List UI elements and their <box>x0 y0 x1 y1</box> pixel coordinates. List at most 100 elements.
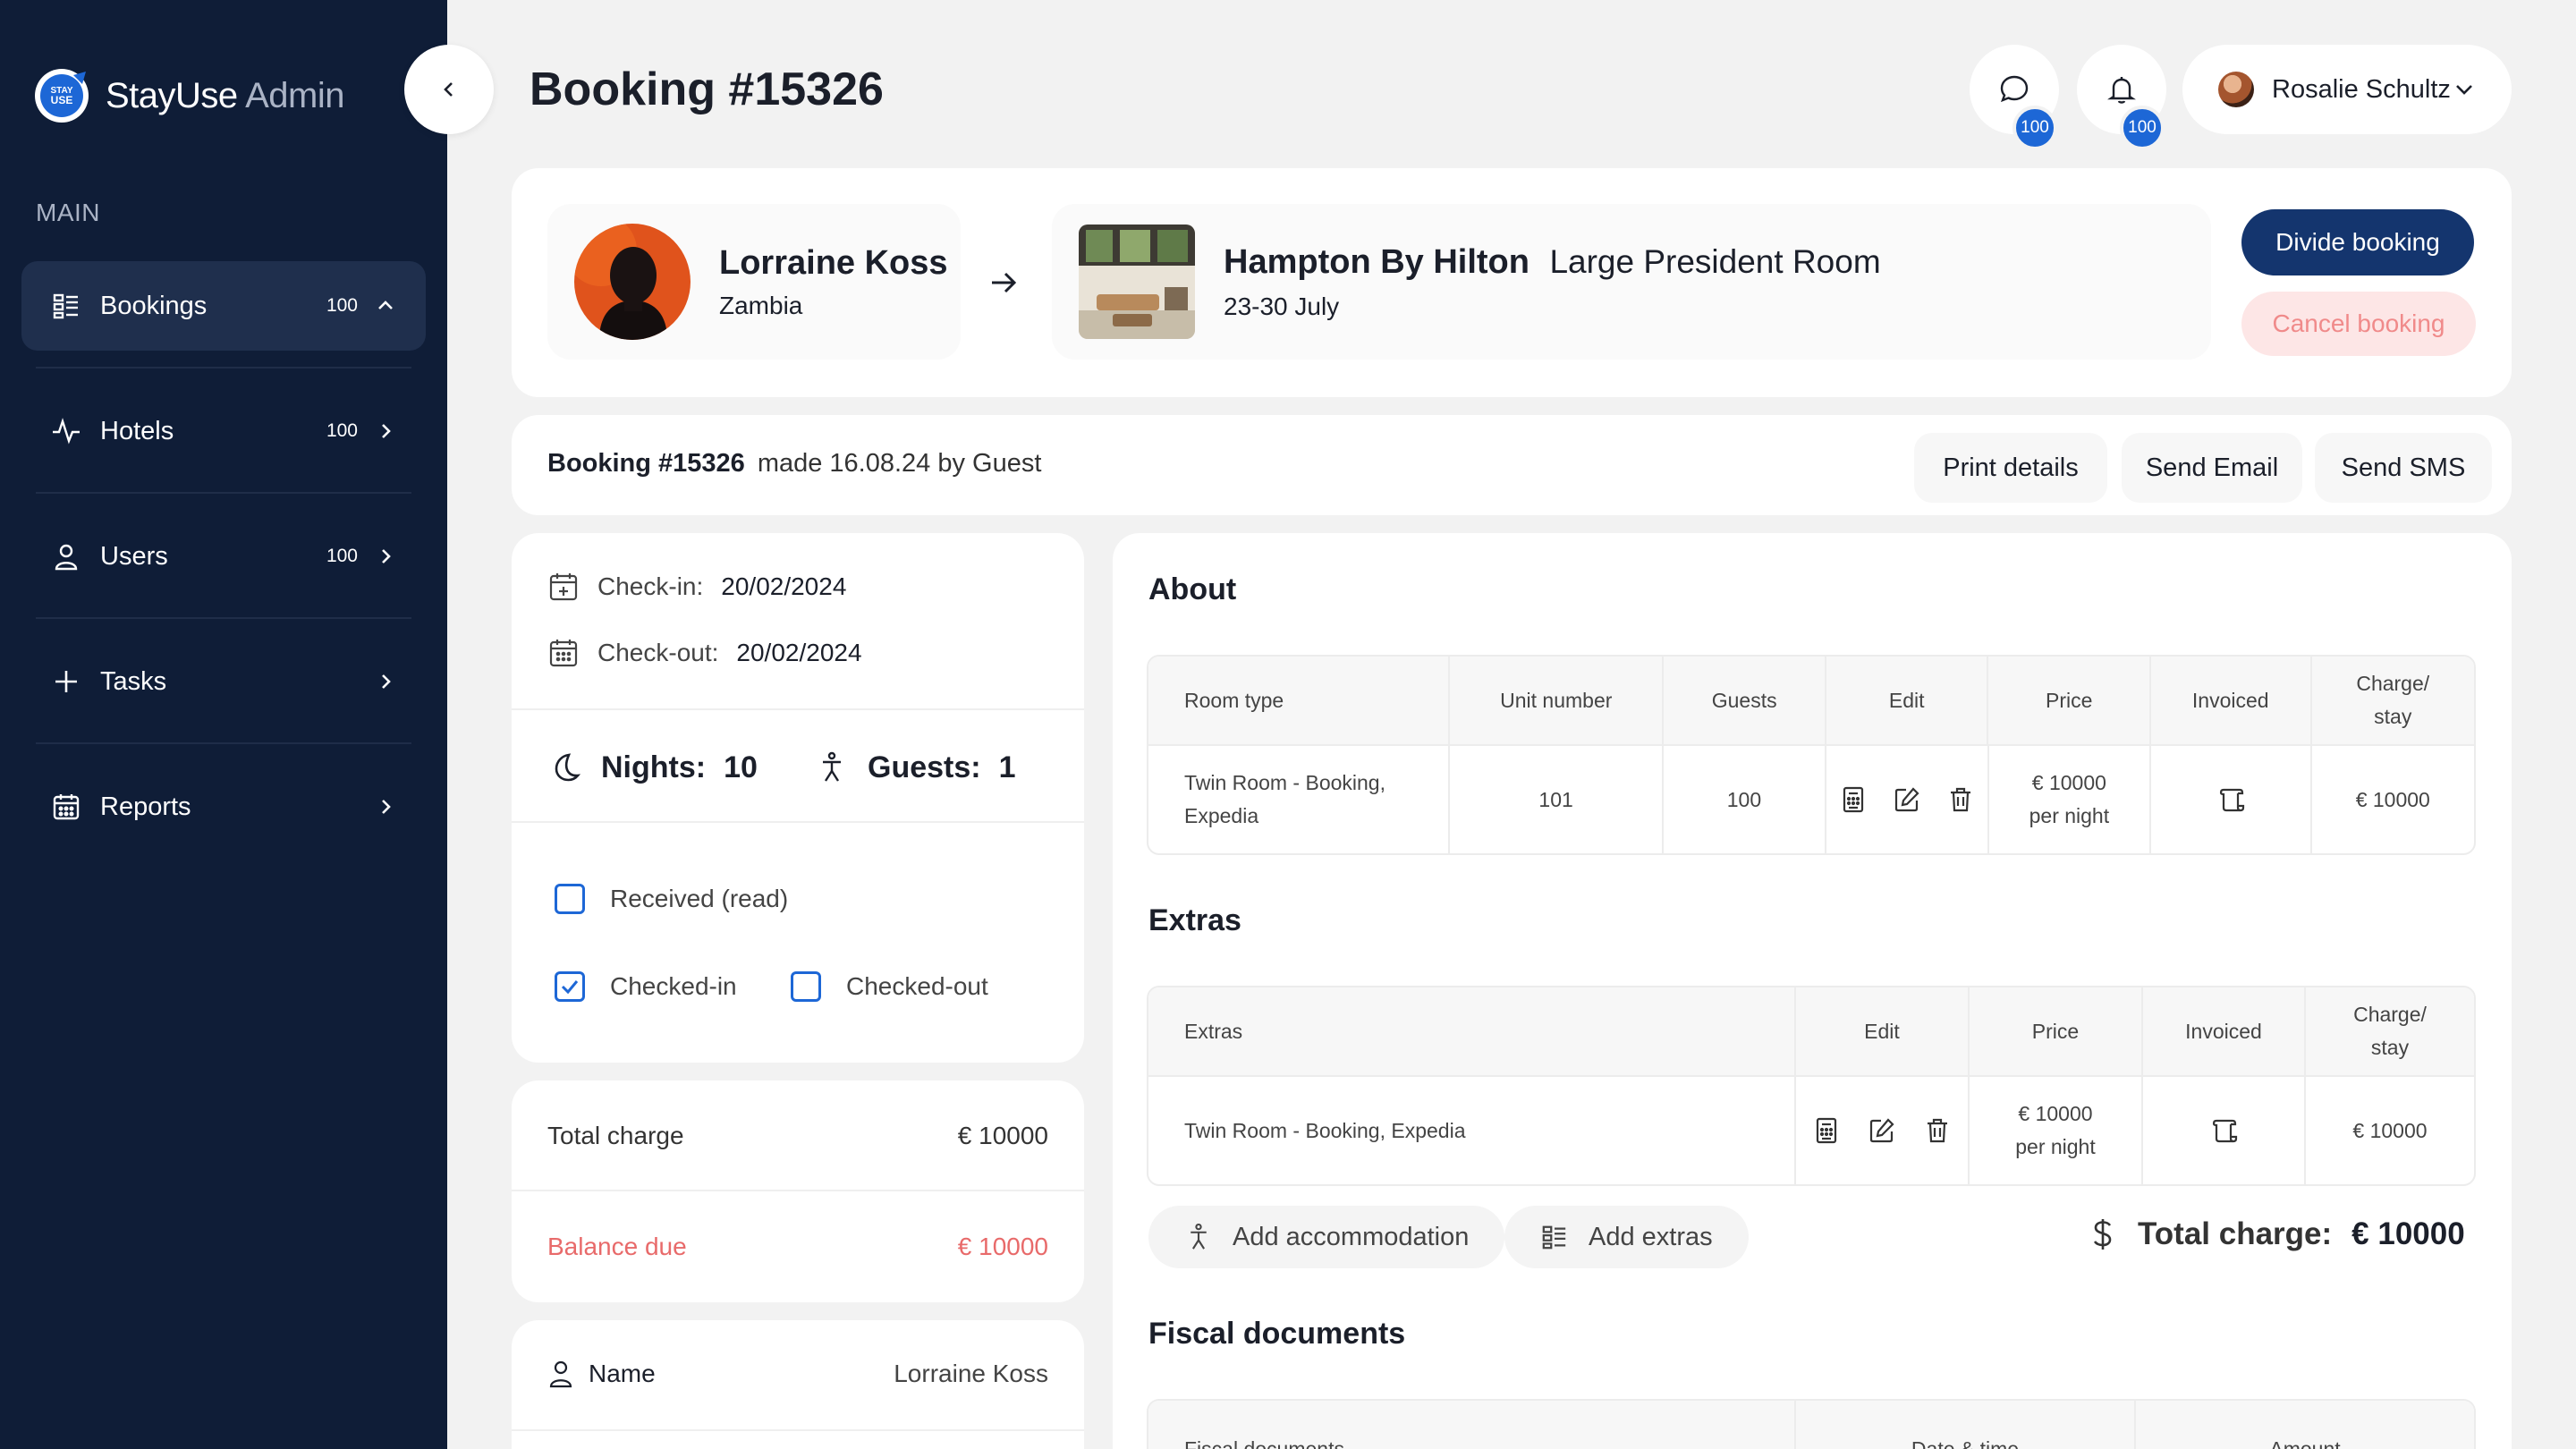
trash-icon[interactable] <box>1921 1114 1953 1147</box>
print-details-button[interactable]: Print details <box>1914 433 2107 503</box>
column-header: Amount <box>2269 1437 2341 1449</box>
checked-out-checkbox[interactable] <box>791 971 821 1002</box>
table-header: Room type Unit number Guests Edit Price … <box>1148 657 2474 744</box>
column-header: Extras <box>1148 987 1796 1075</box>
received-label: Received (read) <box>610 885 789 912</box>
divider <box>512 1190 1084 1191</box>
room-name: Large President Room <box>1549 242 1881 280</box>
user-icon <box>549 1360 572 1388</box>
column-header: Price <box>1970 987 2143 1075</box>
sidebar-item-count: 100 <box>326 546 358 566</box>
price-cell: € 10000 per night <box>1970 1077 2143 1184</box>
charges-card <box>512 1080 1084 1302</box>
received-checkbox[interactable] <box>555 884 585 914</box>
divider <box>512 1429 1084 1431</box>
price-cell: € 10000 per night <box>1989 746 2152 853</box>
notifications-badge: 100 <box>2120 106 2165 150</box>
guest-name: Lorraine Koss <box>719 243 948 282</box>
checkin-value: 20/02/2024 <box>721 572 847 600</box>
add-extras-button[interactable]: Add extras <box>1504 1206 1749 1268</box>
sidebar-item-reports[interactable]: Reports <box>21 762 426 852</box>
bell-icon <box>2107 77 2136 104</box>
chat-icon <box>2000 75 2029 103</box>
checked-out-checkbox-row[interactable]: Checked-out <box>791 971 988 1002</box>
total-charge-value: € 10000 <box>2351 1216 2465 1251</box>
user-name: Rosalie Schultz <box>2272 74 2451 104</box>
svg-text:USE: USE <box>51 94 73 106</box>
about-title: About <box>1148 572 1237 606</box>
stay-dates: 23-30 July <box>1224 292 1340 320</box>
calendar-icon <box>547 637 580 669</box>
guests-value: 1 <box>998 750 1016 784</box>
avatar <box>2218 72 2254 107</box>
edit-icon[interactable] <box>1892 784 1922 816</box>
dollar-icon <box>2093 1219 2112 1250</box>
checkout-label: Check-out: <box>597 639 719 666</box>
guest-info[interactable]: Lorraine Koss Zambia <box>547 204 961 360</box>
checked-in-checkbox[interactable] <box>555 971 585 1002</box>
brand-name-sub: Admin <box>245 75 344 115</box>
checkmark-icon <box>561 980 579 995</box>
chevron-left-icon <box>444 82 453 97</box>
user-menu[interactable]: Rosalie Schultz <box>2182 45 2512 134</box>
page-title: Booking #15326 <box>530 64 884 115</box>
send-email-button[interactable]: Send Email <box>2122 433 2302 503</box>
list-icon <box>1540 1223 1569 1251</box>
send-sms-button[interactable]: Send SMS <box>2315 433 2492 503</box>
checked-in-label: Checked-in <box>610 972 737 1000</box>
hotel-info[interactable]: Hampton By Hilton Large President Room 2… <box>1052 204 2211 360</box>
calendar-plus-icon <box>547 571 580 603</box>
guests-label: Guests: <box>868 750 981 784</box>
total-charge-label: Total charge <box>547 1122 684 1149</box>
column-header: Room type <box>1148 657 1451 744</box>
contact-name-value: Lorraine Koss <box>894 1360 1048 1387</box>
nav-divider <box>36 367 411 369</box>
add-accommodation-label: Add accommodation <box>1233 1222 1470 1251</box>
guest-country: Zambia <box>719 291 803 319</box>
column-header: Invoiced <box>2151 657 2312 744</box>
guests-cell: 100 <box>1664 746 1826 853</box>
invoice-icon[interactable] <box>1838 784 1868 816</box>
sidebar-item-bookings[interactable]: Bookings 100 <box>21 261 426 351</box>
received-checkbox-row[interactable]: Received (read) <box>555 884 788 914</box>
extras-total-charge: Total charge: € 10000 <box>2089 1216 2465 1252</box>
person-icon <box>1184 1223 1213 1251</box>
chevron-down-icon <box>2456 85 2472 95</box>
add-extras-label: Add extras <box>1589 1222 1713 1251</box>
column-header: Fiscal documents <box>1148 1401 1796 1449</box>
edit-icon[interactable] <box>1866 1114 1898 1147</box>
total-charge-label: Total charge: <box>2138 1216 2333 1251</box>
fiscal-documents-table: Fiscal documents Date & time Amount <box>1147 1399 2476 1449</box>
moon-icon <box>547 750 583 785</box>
invoice-icon[interactable] <box>1810 1114 1843 1147</box>
sidebar-item-tasks[interactable]: Tasks <box>21 637 426 726</box>
sidebar-item-users[interactable]: Users 100 <box>21 512 426 601</box>
scroll-icon <box>2207 1114 2240 1147</box>
checked-in-checkbox-row[interactable]: Checked-in <box>555 971 737 1002</box>
trash-icon[interactable] <box>1945 784 1976 816</box>
messages-badge: 100 <box>2012 106 2057 150</box>
fiscal-documents-title: Fiscal documents <box>1148 1317 1406 1351</box>
column-header: Unit number <box>1450 657 1665 744</box>
divide-booking-button[interactable]: Divide booking <box>2241 209 2474 275</box>
user-icon <box>48 538 84 574</box>
balance-due-row: Balance due € 10000 <box>547 1233 1048 1261</box>
sidebar-item-hotels[interactable]: Hotels 100 <box>21 386 426 476</box>
contact-name-row: Name Lorraine Koss <box>547 1360 1048 1388</box>
divider <box>512 821 1084 823</box>
sidebar-item-label: Tasks <box>100 666 167 696</box>
nights-stat: Nights: 10 <box>547 750 758 785</box>
column-header: Charge/ stay <box>2356 672 2430 728</box>
extras-title: Extras <box>1148 903 1241 937</box>
calendar-icon <box>48 789 84 825</box>
add-accommodation-button[interactable]: Add accommodation <box>1148 1206 1505 1268</box>
section-label-main: MAIN <box>36 199 100 226</box>
brand[interactable]: STAY USE StayUse Admin <box>34 68 344 123</box>
column-header: Invoiced <box>2143 987 2306 1075</box>
room-type-cell: Twin Room - Booking, Expedia <box>1148 746 1450 853</box>
sidebar: STAY USE StayUse Admin MAIN Bookings 100… <box>0 0 447 1449</box>
plus-icon <box>48 664 84 699</box>
checkin-label: Check-in: <box>597 572 704 600</box>
cancel-booking-button[interactable]: Cancel booking <box>2241 292 2476 356</box>
collapse-sidebar-button[interactable] <box>404 45 494 134</box>
